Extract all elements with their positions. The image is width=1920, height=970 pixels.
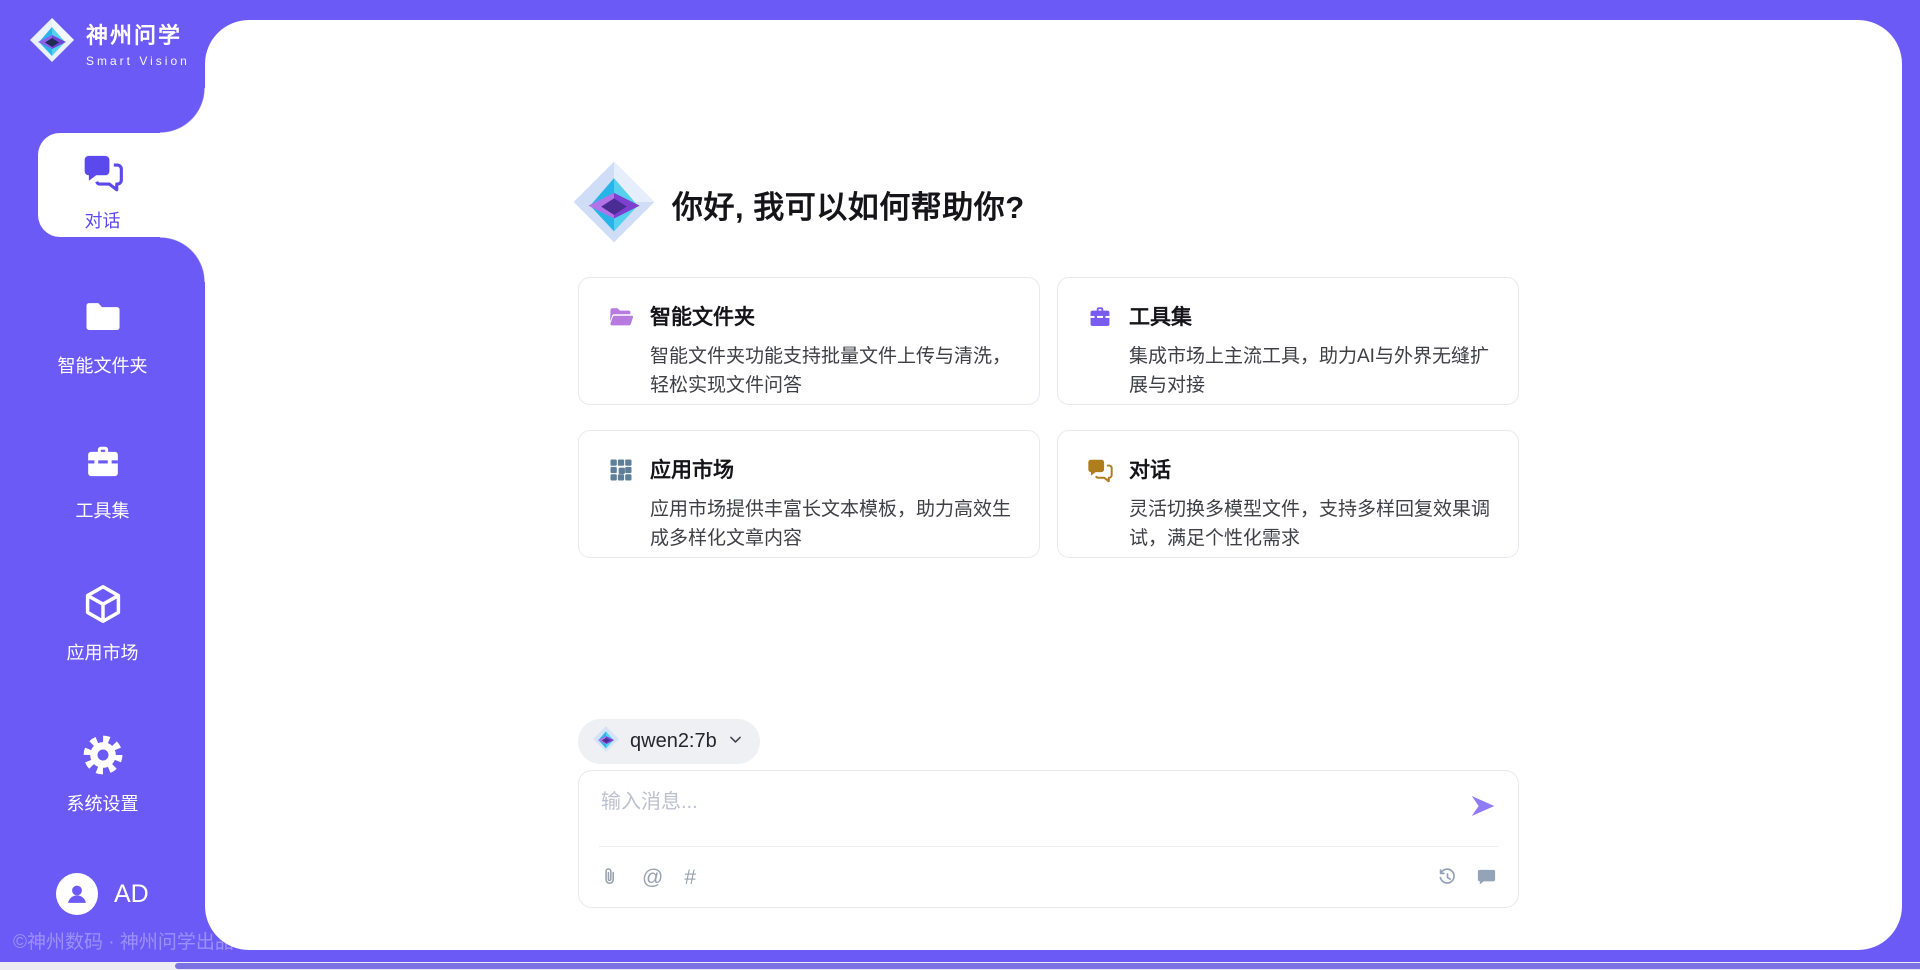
main-panel: 你好, 我可以如何帮助你? 智能文件夹 智能文件夹功能支持批量文件上传与清洗，轻…: [205, 20, 1902, 950]
cube-icon: [81, 582, 125, 631]
horizontal-scrollbar: [0, 962, 1920, 970]
toolbox-icon: [81, 440, 125, 489]
message-input[interactable]: [601, 785, 1431, 843]
attachment-icon[interactable]: [599, 866, 621, 888]
send-icon: [1468, 791, 1498, 821]
sidebar-item-label: 工具集: [76, 497, 130, 523]
card-app-market[interactable]: 应用市场 应用市场提供丰富长文本模板，助力高效生成多样化文章内容: [578, 430, 1040, 558]
model-selector[interactable]: qwen2:7b: [578, 719, 760, 764]
card-title: 对话: [1129, 454, 1492, 484]
composer-toolbar: @ #: [599, 846, 1498, 907]
card-title: 智能文件夹: [650, 301, 1013, 331]
card-chat[interactable]: 对话 灵活切换多模型文件，支持多样回复效果调试，满足个性化需求: [1057, 430, 1519, 558]
model-name: qwen2:7b: [630, 730, 717, 753]
card-description: 灵活切换多模型文件，支持多样回复效果调试，满足个性化需求: [1129, 495, 1492, 553]
card-title: 应用市场: [650, 454, 1013, 484]
chat-bubbles-icon: [1086, 454, 1114, 557]
sidebar-item-label: 系统设置: [67, 790, 139, 816]
mention-icon[interactable]: @: [642, 867, 663, 888]
card-description: 智能文件夹功能支持批量文件上传与清洗，轻松实现文件问答: [650, 342, 1013, 400]
hash-icon[interactable]: #: [684, 867, 696, 888]
sidebar-item-label: 智能文件夹: [58, 352, 148, 378]
card-description: 应用市场提供丰富长文本模板，助力高效生成多样化文章内容: [650, 495, 1013, 553]
brand-diamond-icon: [570, 158, 658, 251]
toolbox-icon: [1086, 301, 1114, 404]
grid-icon: [607, 454, 635, 557]
sidebar-item-chat[interactable]: 对话: [0, 150, 205, 233]
greeting-title: 你好, 我可以如何帮助你?: [672, 182, 1025, 227]
card-description: 集成市场上主流工具，助力AI与外界无缝扩展与对接: [1129, 342, 1492, 400]
feedback-bubble-icon[interactable]: [1475, 866, 1498, 889]
greeting-row: 你好, 我可以如何帮助你?: [570, 158, 1025, 251]
history-icon[interactable]: [1436, 866, 1459, 889]
card-title: 工具集: [1129, 301, 1492, 331]
chevron-down-icon: [727, 731, 744, 753]
chat-bubbles-icon: [81, 150, 125, 199]
feature-cards: 智能文件夹 智能文件夹功能支持批量文件上传与清洗，轻松实现文件问答 工具集 集成…: [578, 277, 1519, 558]
sidebar-item-app-market[interactable]: 应用市场: [0, 582, 205, 665]
user-profile[interactable]: AD: [56, 873, 149, 915]
brand-name: 神州问学: [86, 18, 190, 50]
sidebar-item-smart-folder[interactable]: 智能文件夹: [0, 295, 205, 378]
card-smart-folder[interactable]: 智能文件夹 智能文件夹功能支持批量文件上传与清洗，轻松实现文件问答: [578, 277, 1040, 405]
sidebar-item-settings[interactable]: 系统设置: [0, 733, 205, 816]
sidebar-item-label: 对话: [85, 207, 121, 233]
sidebar: 神州问学 Smart Vision 对话 智能文件夹: [0, 0, 205, 970]
folder-icon: [81, 295, 125, 344]
sidebar-item-toolset[interactable]: 工具集: [0, 440, 205, 523]
card-toolset[interactable]: 工具集 集成市场上主流工具，助力AI与外界无缝扩展与对接: [1057, 277, 1519, 405]
brand-diamond-icon: [592, 725, 620, 758]
brand-subtitle: Smart Vision: [86, 54, 190, 68]
tab-curve-bottom: [160, 237, 205, 282]
gear-icon: [81, 733, 125, 782]
copyright-text: ©神州数码 · 神州问学出品: [13, 927, 234, 954]
brand-logo[interactable]: 神州问学 Smart Vision: [28, 16, 190, 69]
send-button[interactable]: [1468, 791, 1498, 821]
message-composer: @ #: [578, 770, 1519, 908]
avatar: [56, 873, 98, 915]
tab-curve-top: [160, 88, 205, 133]
brand-diamond-icon: [28, 16, 76, 69]
user-name: AD: [114, 880, 149, 909]
scrollbar-thumb[interactable]: [175, 963, 1920, 969]
sidebar-item-label: 应用市场: [67, 639, 139, 665]
folder-open-icon: [607, 301, 635, 404]
